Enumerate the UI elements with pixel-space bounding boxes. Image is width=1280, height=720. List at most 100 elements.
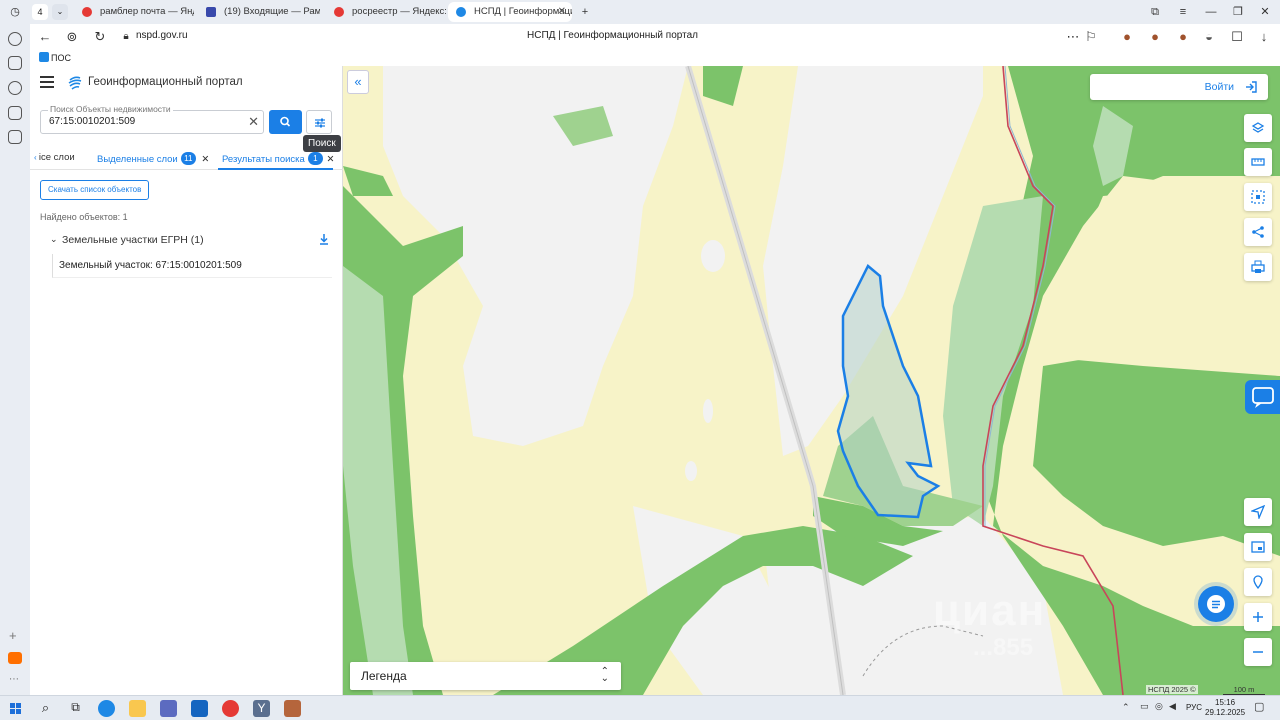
screenshot-icon[interactable] <box>8 130 22 144</box>
browser-tab-rosreestr[interactable]: росреестр — Яндекс: наш <box>326 2 446 22</box>
search-input[interactable] <box>49 116 239 127</box>
support-chat-tab[interactable] <box>1245 380 1280 414</box>
share-button[interactable] <box>1244 218 1272 246</box>
extension-icon[interactable]: ◒ <box>1200 28 1218 46</box>
battery-icon[interactable]: ▭ <box>1140 701 1149 712</box>
extension-icon[interactable]: ● <box>1146 28 1164 46</box>
file-explorer-icon[interactable] <box>129 700 146 717</box>
login-button[interactable]: Войти <box>1090 74 1268 100</box>
history-icon[interactable]: ◷ <box>6 3 24 21</box>
legend-dropdown[interactable]: Легенда ⌃ ⌄ <box>350 662 621 690</box>
close-icon[interactable]: ✕ <box>201 154 209 165</box>
tab-selected-layers[interactable]: Выделенные слои 11 ✕ <box>97 152 209 165</box>
map-graphics <box>343 66 1280 695</box>
new-tab-plus-icon[interactable]: + <box>576 3 594 21</box>
location-search-button[interactable] <box>1244 568 1272 596</box>
volume-icon[interactable]: ◀ <box>1169 701 1176 712</box>
bookmark-pos[interactable]: ПОС <box>39 52 71 63</box>
task-view-icon[interactable]: ⧉ <box>67 700 84 717</box>
search-icon[interactable]: ⌕ <box>37 700 54 717</box>
browser-tab-nspd[interactable]: НСПД | Геоинформацио ✕ <box>448 2 572 22</box>
locate-button[interactable] <box>1244 498 1272 526</box>
extension-icon[interactable]: ● <box>1118 28 1136 46</box>
search-icon <box>280 116 291 127</box>
add-plus-icon[interactable]: + <box>9 628 17 643</box>
notifications-icon[interactable]: ▢ <box>1254 700 1264 713</box>
active-tab-indicator <box>218 168 333 170</box>
chat-icon[interactable]: ☐ <box>1228 28 1246 46</box>
chevron-down-icon[interactable]: ⌄ <box>50 234 58 245</box>
app-icon[interactable] <box>284 700 301 717</box>
tab-label: Результаты поиска <box>222 154 305 165</box>
share-icon <box>1252 226 1264 238</box>
close-icon[interactable]: ✕ <box>326 154 334 165</box>
list-item[interactable]: Земельный участок: 67:15:0010201:509 <box>52 254 332 278</box>
ruler-icon <box>1251 158 1265 166</box>
lock-icon[interactable]: 🔒︎ <box>117 28 135 46</box>
bookmark-icon[interactable]: ⚐ <box>1082 28 1100 46</box>
back-arrow-icon[interactable]: ← <box>36 28 54 46</box>
browser-tab-rambler-mail[interactable]: рамблер почта — Яндекс <box>74 2 194 22</box>
system-clock[interactable]: 15:16 29.12.2025 <box>1205 698 1245 718</box>
tab-search-results[interactable]: Результаты поиска 1 ✕ <box>222 152 334 165</box>
extension-icon[interactable]: ● <box>1174 28 1192 46</box>
protect-icon[interactable]: ⊚ <box>63 28 81 46</box>
close-window-icon[interactable]: ✕ <box>1256 3 1274 21</box>
filter-button[interactable] <box>306 110 332 134</box>
search-button[interactable] <box>269 110 302 134</box>
address-bar: ← ⊚ ↻ 🔒︎ nspd.gov.ru НСПД | Геоинформаци… <box>0 24 1280 50</box>
windows-start-icon[interactable] <box>7 700 24 717</box>
layers-button[interactable] <box>1244 114 1272 142</box>
download-list-button[interactable]: Скачать список объектов <box>40 180 150 200</box>
collections-icon[interactable]: ⧉ <box>1146 3 1164 21</box>
hamburger-menu-icon[interactable] <box>40 76 54 88</box>
map-canvas[interactable]: циан ...855 « Войти Легенда ⌃ ⌄ НСПД 202… <box>343 66 1280 695</box>
tray-chevron-up-icon[interactable]: ⌃ <box>1122 702 1130 713</box>
play-icon[interactable] <box>8 81 22 95</box>
collapse-panel-icon[interactable]: « <box>347 70 369 94</box>
minimap-icon <box>1251 541 1265 553</box>
download-icon[interactable] <box>318 232 330 246</box>
store-icon[interactable] <box>160 700 177 717</box>
minimap-button[interactable] <box>1244 533 1272 561</box>
select-area-icon <box>1251 190 1265 204</box>
app-icon[interactable] <box>8 652 22 664</box>
edge-icon[interactable] <box>98 700 115 717</box>
more-options-icon[interactable]: ⋯ <box>1064 28 1082 46</box>
close-tab-icon[interactable]: ✕ <box>558 2 566 22</box>
yandex-browser-icon[interactable]: Y <box>253 700 270 717</box>
zoom-in-button[interactable] <box>1244 603 1272 631</box>
zoom-out-button[interactable] <box>1244 638 1272 666</box>
result-group[interactable]: ⌄ Земельные участки ЕГРН (1) <box>48 232 338 254</box>
clear-icon[interactable]: ✕ <box>248 114 259 130</box>
tabs-menu-chevron-icon[interactable]: ⌄ <box>52 4 68 20</box>
tab-count-badge[interactable]: 4 <box>32 4 48 20</box>
map-attribution: НСПД 2025 © <box>1146 685 1198 694</box>
bookmark-icon <box>39 52 49 62</box>
language-indicator[interactable]: РУС <box>1186 703 1202 712</box>
collections-icon[interactable] <box>8 56 22 70</box>
yandex-icon <box>82 7 92 17</box>
maximize-icon[interactable]: ❐ <box>1229 3 1247 21</box>
chrome-icon[interactable] <box>222 700 239 717</box>
chat-button[interactable] <box>1198 586 1234 622</box>
minimize-icon[interactable]: — <box>1202 3 1220 21</box>
windows-taskbar: ⌕ ⧉ Y ⌃ ▭ ◎ ◀ РУС 15:16 29.12.2025 ▢ <box>0 695 1280 720</box>
network-icon[interactable]: ◎ <box>1155 701 1163 712</box>
watermark: циан <box>933 586 1047 635</box>
menu-icon[interactable]: ≡ <box>1174 3 1192 21</box>
number-icon[interactable] <box>8 106 22 120</box>
print-button[interactable] <box>1244 253 1272 281</box>
mail-icon[interactable] <box>191 700 208 717</box>
tab-all-layers[interactable]: ‹ ісе слои <box>34 152 75 163</box>
select-area-button[interactable] <box>1244 183 1272 211</box>
download-icon[interactable]: ↓ <box>1255 28 1273 46</box>
history-icon[interactable] <box>8 32 22 46</box>
more-icon[interactable]: ⋯ <box>9 674 19 685</box>
reload-icon[interactable]: ↻ <box>91 28 109 46</box>
ruler-button[interactable] <box>1244 148 1272 176</box>
mail-icon <box>206 7 216 17</box>
nspd-icon <box>456 7 466 17</box>
browser-tab-inbox[interactable]: (19) Входящие — Рамблер <box>198 2 320 22</box>
url-text[interactable]: nspd.gov.ru <box>136 30 188 41</box>
